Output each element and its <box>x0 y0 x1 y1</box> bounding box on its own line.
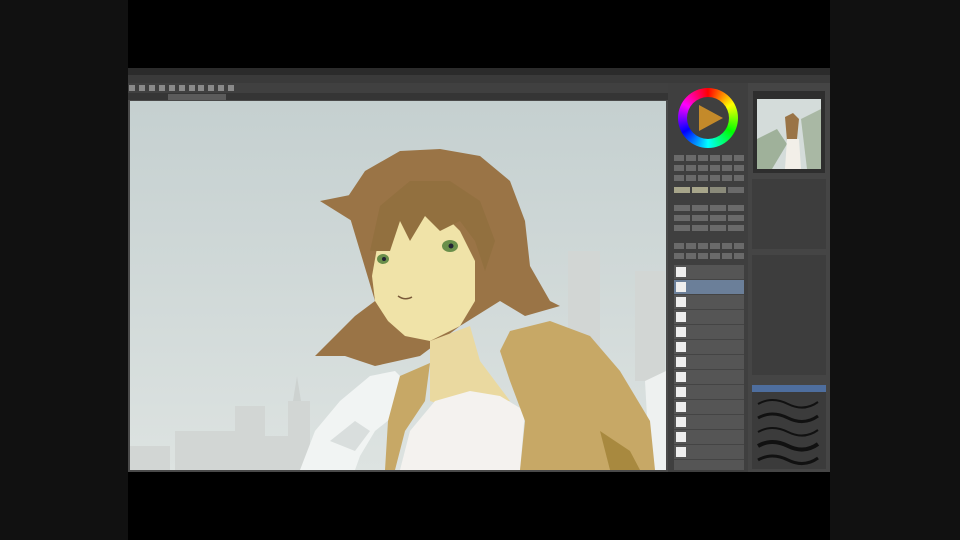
title-bar <box>128 68 830 75</box>
undo-icon[interactable] <box>158 85 165 91</box>
layer-toolbar[interactable] <box>674 253 744 259</box>
paint-app-window <box>128 68 830 472</box>
menu-bar <box>128 75 830 83</box>
left-pillarbox <box>0 0 128 540</box>
document-tab-bar <box>128 93 668 100</box>
brush-properties-panel[interactable] <box>752 179 826 249</box>
artwork-illustration <box>130 101 666 470</box>
pupil <box>448 243 454 249</box>
brush-size-row[interactable] <box>674 225 744 231</box>
layer-item[interactable] <box>674 340 744 355</box>
clear-icon[interactable] <box>178 85 185 91</box>
layer-item[interactable] <box>674 280 744 295</box>
tool-row[interactable] <box>674 155 744 161</box>
eraser-icon[interactable] <box>228 85 235 91</box>
document-tab[interactable] <box>168 94 226 100</box>
brush-panel-header[interactable] <box>752 385 826 392</box>
layer-item[interactable] <box>674 355 744 370</box>
brush-icon[interactable] <box>218 85 225 91</box>
right-pillarbox <box>830 0 960 540</box>
pupil <box>382 257 386 261</box>
pen-icon[interactable] <box>208 85 215 91</box>
drawing-canvas[interactable] <box>130 101 666 470</box>
navigator-and-properties-panel <box>748 83 830 472</box>
tool-and-layer-palette <box>668 83 748 472</box>
layer-item[interactable] <box>674 295 744 310</box>
save-icon[interactable] <box>148 85 155 91</box>
preview-illustration <box>757 99 821 169</box>
layer-item[interactable] <box>674 265 744 280</box>
navigator-preview[interactable] <box>757 99 821 169</box>
new-file-icon[interactable] <box>129 85 135 91</box>
transform-icon[interactable] <box>188 85 195 91</box>
select-icon[interactable] <box>198 85 205 91</box>
layer-item[interactable] <box>674 400 744 415</box>
layer-item[interactable] <box>674 445 744 460</box>
brush-size-row[interactable] <box>674 205 744 211</box>
layer-list <box>674 265 744 470</box>
tool-row[interactable] <box>674 175 744 181</box>
layer-item[interactable] <box>674 325 744 340</box>
layer-item[interactable] <box>674 415 744 430</box>
tool-row[interactable] <box>674 165 744 171</box>
navigator-panel <box>753 91 825 173</box>
color-wheel-icon[interactable] <box>678 88 738 148</box>
layer-toolbar[interactable] <box>674 243 744 249</box>
color-swatch-row[interactable] <box>674 187 744 193</box>
play-icon <box>699 105 723 131</box>
brush-size-row[interactable] <box>674 215 744 221</box>
layer-item[interactable] <box>674 310 744 325</box>
tool-property-panel[interactable] <box>752 255 826 375</box>
layer-item[interactable] <box>674 370 744 385</box>
layer-item[interactable] <box>674 430 744 445</box>
layer-item[interactable] <box>674 385 744 400</box>
open-file-icon[interactable] <box>138 85 145 91</box>
brush-strokes <box>757 399 820 465</box>
redo-icon[interactable] <box>168 85 175 91</box>
brush-preset-panel <box>752 385 826 469</box>
